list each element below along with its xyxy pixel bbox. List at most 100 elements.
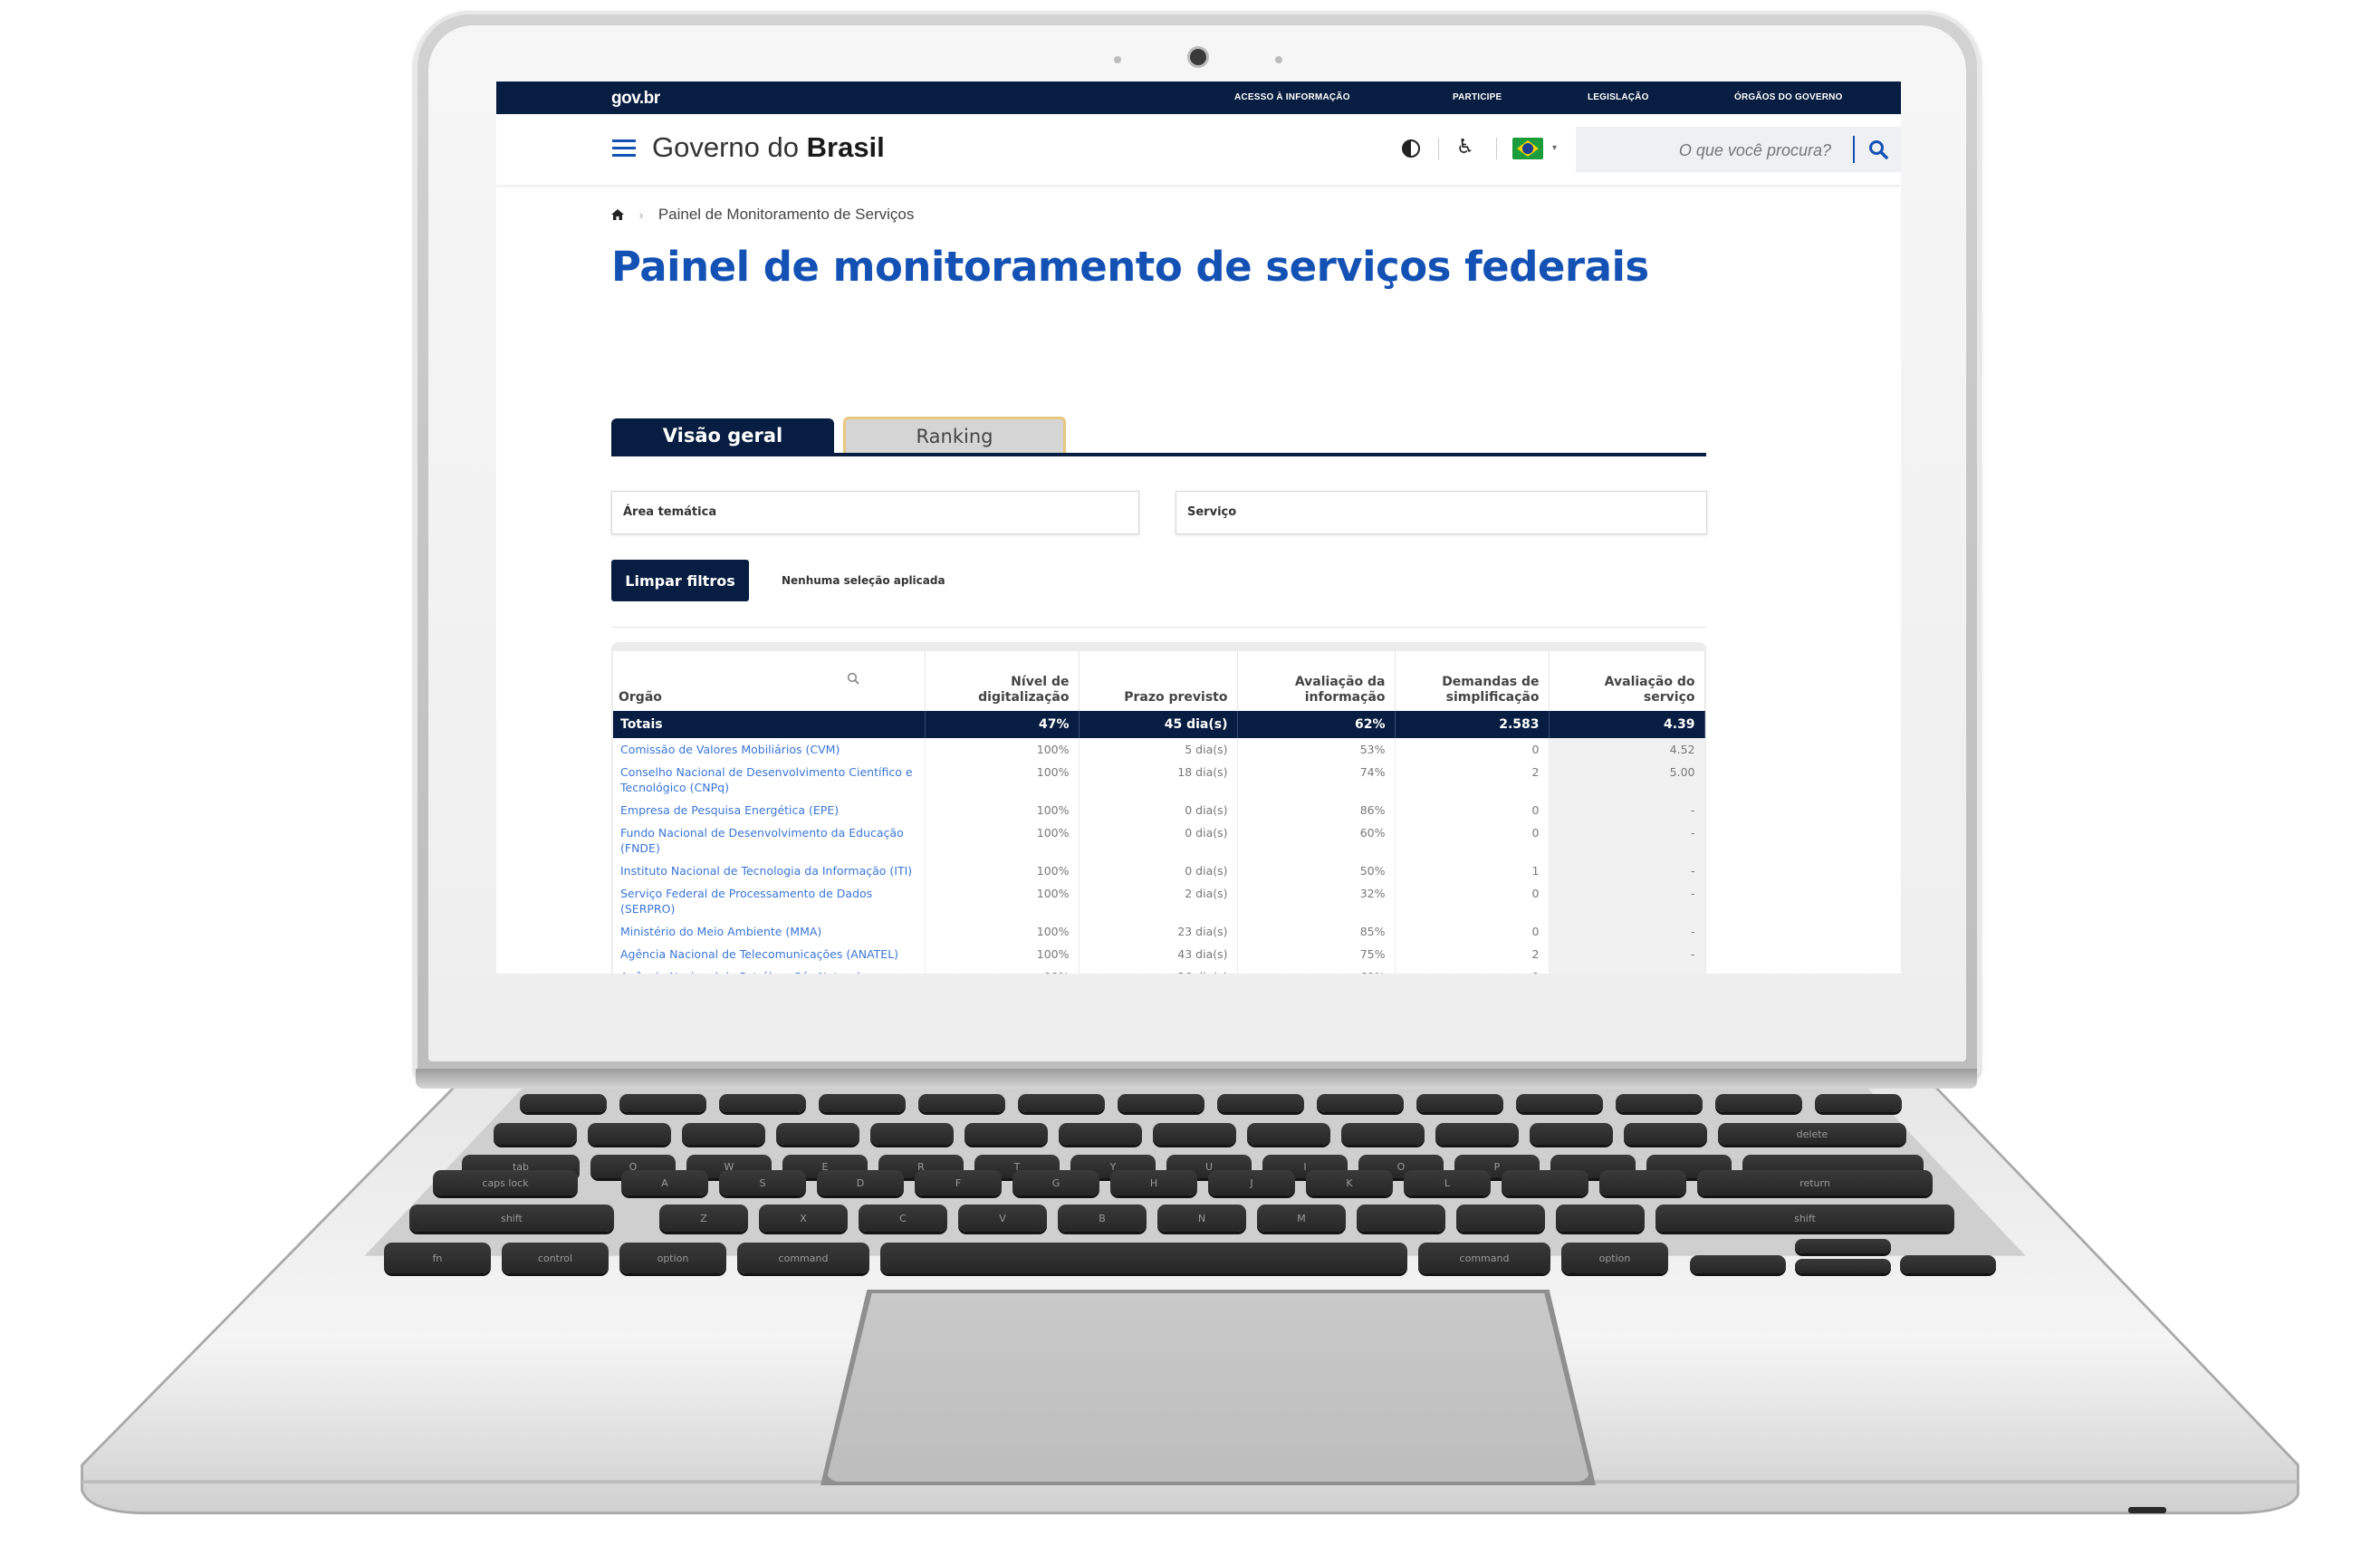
orgao-link[interactable]: Instituto Nacional de Tecnologia da Info… (613, 859, 926, 882)
key[interactable] (1317, 1094, 1404, 1112)
key-v[interactable]: V (958, 1205, 1047, 1232)
key-option-left[interactable]: option (619, 1243, 726, 1273)
key-h[interactable]: H (1110, 1170, 1197, 1195)
key[interactable] (520, 1094, 607, 1112)
search-icon[interactable] (1868, 139, 1888, 159)
key[interactable] (1341, 1123, 1425, 1145)
link-acesso-informacao[interactable]: ACESSO À INFORMAÇÃO (1234, 92, 1350, 102)
tab-ranking[interactable]: Ranking (843, 417, 1066, 453)
key-d[interactable]: D (817, 1170, 904, 1195)
key-b[interactable]: B (1058, 1205, 1147, 1232)
accessibility-icon[interactable]: ♿ (1456, 136, 1474, 158)
key[interactable] (964, 1123, 1048, 1145)
orgao-link[interactable]: Conselho Nacional de Desenvolvimento Cie… (613, 761, 926, 799)
column-header-demandas[interactable]: Demandas de simplificação (1395, 651, 1550, 711)
key[interactable] (1530, 1123, 1613, 1145)
key-fn[interactable]: fn (384, 1243, 491, 1273)
key-z[interactable]: Z (659, 1205, 748, 1232)
key[interactable] (1357, 1205, 1445, 1232)
link-legislacao[interactable]: LEGISLAÇÃO (1588, 92, 1649, 102)
key-m[interactable]: M (1257, 1205, 1346, 1232)
key-caps-lock[interactable]: caps lock (433, 1170, 578, 1195)
key[interactable] (1624, 1123, 1707, 1145)
key[interactable] (1018, 1094, 1105, 1112)
orgao-link[interactable]: Ministério do Meio Ambiente (MMA) (613, 920, 926, 943)
key[interactable] (1247, 1123, 1330, 1145)
key-control[interactable]: control (502, 1243, 609, 1273)
key[interactable] (1556, 1205, 1645, 1232)
key-x[interactable]: X (759, 1205, 848, 1232)
search-input[interactable] (1594, 138, 1833, 163)
key[interactable] (1153, 1123, 1236, 1145)
key-arrow-left[interactable] (1690, 1255, 1786, 1273)
key[interactable] (870, 1123, 954, 1145)
key-delete[interactable]: delete (1718, 1123, 1906, 1145)
key-arrow-right[interactable] (1900, 1255, 1996, 1273)
column-header-orgao[interactable]: Orgão (613, 651, 926, 711)
key[interactable] (1516, 1094, 1603, 1112)
key-arrow-down[interactable] (1795, 1259, 1891, 1273)
filter-servico[interactable]: Serviço (1176, 491, 1707, 534)
key-l[interactable]: L (1404, 1170, 1491, 1195)
orgao-link[interactable]: Empresa de Pesquisa Energética (EPE) (613, 799, 926, 821)
key-k[interactable]: K (1306, 1170, 1393, 1195)
column-header-avaliacao-servico[interactable]: Avaliação do serviço (1549, 651, 1705, 711)
flag-brazil-icon[interactable] (1512, 138, 1543, 159)
key[interactable] (682, 1123, 765, 1145)
key[interactable] (1599, 1170, 1686, 1195)
tab-visao-geral[interactable]: Visão geral (611, 418, 834, 453)
menu-icon[interactable] (612, 139, 636, 158)
orgao-link[interactable]: Agência Nacional de Telecomunicações (AN… (613, 943, 926, 965)
key[interactable] (1217, 1094, 1304, 1112)
key-command-left[interactable]: command (737, 1243, 869, 1273)
key[interactable] (1502, 1170, 1588, 1195)
key-j[interactable]: J (1208, 1170, 1295, 1195)
key[interactable] (619, 1094, 706, 1112)
orgao-link[interactable]: Agência Nacional do Petróleo, Gás Natura… (613, 965, 926, 974)
column-header-digitalizacao[interactable]: Nível de digitalização (925, 651, 1080, 711)
key-n[interactable]: N (1157, 1205, 1246, 1232)
link-orgaos-governo[interactable]: ÓRGÃOS DO GOVERNO (1734, 92, 1843, 102)
trackpad[interactable] (826, 1293, 1590, 1482)
key-a[interactable]: A (621, 1170, 708, 1195)
key[interactable] (719, 1094, 806, 1112)
key-arrow-up[interactable] (1795, 1239, 1891, 1253)
key[interactable] (1616, 1094, 1703, 1112)
link-participe[interactable]: PARTICIPE (1453, 92, 1502, 102)
key-shift-right[interactable]: shift (1655, 1205, 1954, 1232)
key[interactable] (776, 1123, 859, 1145)
key-command-right[interactable]: command (1418, 1243, 1550, 1273)
key-f[interactable]: F (915, 1170, 1002, 1195)
column-header-prazo[interactable]: Prazo previsto (1079, 651, 1238, 711)
govbr-logo[interactable]: gov.br (611, 89, 660, 109)
key[interactable] (588, 1123, 671, 1145)
key-option-right[interactable]: option (1561, 1243, 1668, 1273)
key[interactable] (494, 1123, 577, 1145)
key[interactable] (1715, 1094, 1802, 1112)
key[interactable] (1059, 1123, 1142, 1145)
key-s[interactable]: S (719, 1170, 806, 1195)
key-g[interactable]: G (1012, 1170, 1099, 1195)
key-shift-left[interactable]: shift (409, 1205, 614, 1232)
column-header-avaliacao-informacao[interactable]: Avaliação da informação (1237, 651, 1396, 711)
key-return[interactable]: return (1697, 1170, 1933, 1195)
key[interactable] (918, 1094, 1005, 1112)
orgao-link[interactable]: Fundo Nacional de Desenvolvimento da Edu… (613, 821, 926, 859)
key[interactable] (1435, 1123, 1519, 1145)
key-space[interactable] (880, 1243, 1407, 1273)
key[interactable] (1118, 1094, 1204, 1112)
key[interactable] (1416, 1094, 1503, 1112)
orgao-link[interactable]: Serviço Federal de Processamento de Dado… (613, 882, 926, 920)
orgao-link[interactable]: Comissão de Valores Mobiliários (CVM) (613, 738, 926, 761)
key[interactable] (1815, 1094, 1902, 1112)
search-icon[interactable] (847, 672, 859, 685)
contrast-icon[interactable] (1402, 139, 1420, 158)
clear-filters-button[interactable]: Limpar filtros (611, 560, 749, 601)
key[interactable] (819, 1094, 906, 1112)
key[interactable] (1456, 1205, 1545, 1232)
chevron-down-icon[interactable]: ▾ (1552, 143, 1557, 153)
site-title[interactable]: Governo do Brasil (652, 131, 885, 164)
key-c[interactable]: C (859, 1205, 947, 1232)
filter-area-tematica[interactable]: Área temática (611, 491, 1139, 534)
home-icon[interactable] (611, 209, 624, 220)
